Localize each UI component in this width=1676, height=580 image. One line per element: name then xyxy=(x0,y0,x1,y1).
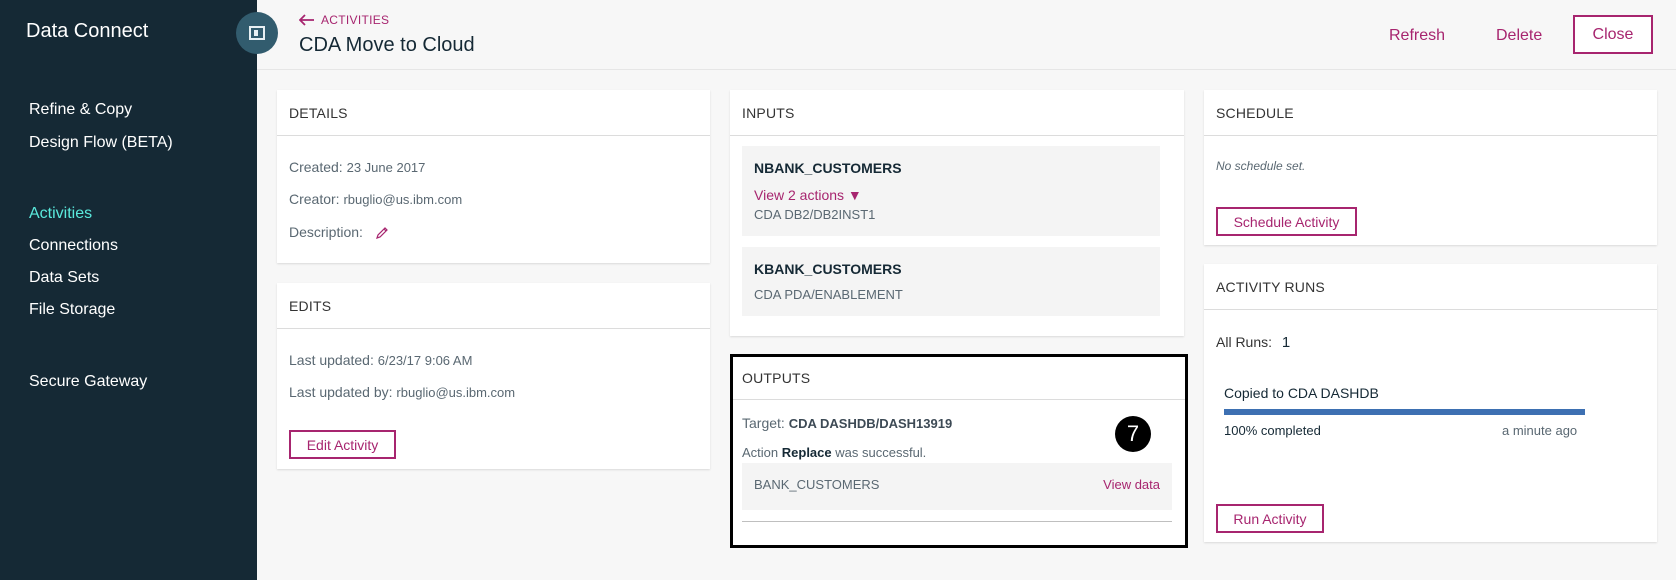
edits-card: EDITS Last updated: 6/23/17 9:06 AM Last… xyxy=(277,283,710,469)
close-button[interactable]: Close xyxy=(1573,15,1653,54)
action-suffix: was successful. xyxy=(835,445,927,460)
last-updated-label: Last updated: xyxy=(289,352,374,368)
page-header: ACTIVITIES CDA Move to Cloud Refresh Del… xyxy=(257,0,1676,70)
target-label: Target: xyxy=(742,415,785,431)
schedule-card-title: SCHEDULE xyxy=(1204,90,1657,136)
input-item: NBANK_CUSTOMERS View 2 actions ▼ CDA DB2… xyxy=(742,146,1160,236)
refresh-button[interactable]: Refresh xyxy=(1389,27,1445,45)
all-runs-label: All Runs: xyxy=(1216,334,1273,350)
input-name: NBANK_CUSTOMERS xyxy=(754,160,902,176)
created-field: Created: 23 June 2017 xyxy=(289,159,425,175)
view-data-link[interactable]: View data xyxy=(1103,477,1160,492)
inputs-card-title: INPUTS xyxy=(730,90,1184,136)
creator-field: Creator: rbuglio@us.ibm.com xyxy=(289,191,462,207)
last-updated-by-value: rbuglio@us.ibm.com xyxy=(396,385,516,400)
details-card: DETAILS Created: 23 June 2017 Creator: r… xyxy=(277,90,710,263)
creator-label: Creator: xyxy=(289,191,340,207)
sidebar-item-file-storage[interactable]: File Storage xyxy=(29,301,115,319)
progress-text: 100% completed xyxy=(1224,423,1321,438)
sidebar: Data Connect Refine & Copy Design Flow (… xyxy=(0,0,257,580)
app-title: Data Connect xyxy=(26,20,149,42)
sidebar-item-design-flow[interactable]: Design Flow (BETA) xyxy=(29,134,173,152)
arrow-left-icon xyxy=(299,14,314,26)
schedule-card: SCHEDULE No schedule set. Schedule Activ… xyxy=(1204,90,1657,245)
activity-runs-card: ACTIVITY RUNS All Runs: 1 Copied to CDA … xyxy=(1204,264,1657,542)
panel-collapse-icon xyxy=(249,26,265,40)
output-table-name: BANK_CUSTOMERS xyxy=(754,477,880,492)
input-source: CDA PDA/ENABLEMENT xyxy=(754,287,903,302)
sidebar-collapse-button[interactable] xyxy=(236,12,278,54)
target-value: CDA DASHDB/DASH13919 xyxy=(788,416,953,431)
pencil-icon[interactable] xyxy=(375,226,389,240)
back-link-label: ACTIVITIES xyxy=(321,13,390,27)
creator-value: rbuglio@us.ibm.com xyxy=(343,192,463,207)
progress-bar xyxy=(1224,409,1585,415)
all-runs-field: All Runs: 1 xyxy=(1216,334,1290,351)
sidebar-item-secure-gateway[interactable]: Secure Gateway xyxy=(29,373,147,391)
last-updated-by-label: Last updated by: xyxy=(289,384,393,400)
run-activity-button[interactable]: Run Activity xyxy=(1216,504,1324,533)
all-runs-value: 1 xyxy=(1281,334,1291,351)
run-title: Copied to CDA DASHDB xyxy=(1224,385,1379,401)
outputs-card-title: OUTPUTS xyxy=(733,357,1185,400)
activity-runs-card-title: ACTIVITY RUNS xyxy=(1204,264,1657,310)
delete-button[interactable]: Delete xyxy=(1496,27,1542,45)
view-actions-link[interactable]: View 2 actions ▼ xyxy=(754,187,862,203)
target-field: Target: CDA DASHDB/DASH13919 xyxy=(742,415,952,431)
created-label: Created: xyxy=(289,159,343,175)
run-time-ago: a minute ago xyxy=(1502,423,1578,438)
sidebar-item-data-sets[interactable]: Data Sets xyxy=(29,269,99,287)
input-item: KBANK_CUSTOMERS CDA PDA/ENABLEMENT xyxy=(742,247,1160,316)
action-name: Replace xyxy=(781,445,832,460)
created-value: 23 June 2017 xyxy=(346,160,426,175)
schedule-activity-button[interactable]: Schedule Activity xyxy=(1216,207,1357,236)
input-source: CDA DB2/DB2INST1 xyxy=(754,207,876,222)
input-name: KBANK_CUSTOMERS xyxy=(754,261,902,277)
last-updated-by-field: Last updated by: rbuglio@us.ibm.com xyxy=(289,384,515,400)
outputs-card: OUTPUTS Target: CDA DASHDB/DASH13919 Act… xyxy=(730,354,1188,548)
no-schedule-text: No schedule set. xyxy=(1216,159,1306,173)
edits-card-title: EDITS xyxy=(277,283,710,329)
output-table-row: BANK_CUSTOMERS View data xyxy=(742,463,1172,510)
details-card-title: DETAILS xyxy=(277,90,710,136)
sidebar-item-connections[interactable]: Connections xyxy=(29,237,118,255)
action-status: Action Replace was successful. xyxy=(742,445,926,460)
last-updated-value: 6/23/17 9:06 AM xyxy=(377,353,473,368)
back-to-activities-link[interactable]: ACTIVITIES xyxy=(299,13,389,27)
progress-bar-fill xyxy=(1224,409,1585,415)
edit-activity-button[interactable]: Edit Activity xyxy=(289,430,396,459)
last-updated-field: Last updated: 6/23/17 9:06 AM xyxy=(289,352,472,368)
sidebar-item-activities[interactable]: Activities xyxy=(29,205,92,223)
sidebar-item-refine-copy[interactable]: Refine & Copy xyxy=(29,101,132,119)
page-title: CDA Move to Cloud xyxy=(299,34,475,56)
divider xyxy=(742,521,1172,522)
description-label: Description: xyxy=(289,224,363,240)
step-badge: 7 xyxy=(1115,416,1151,452)
action-prefix: Action xyxy=(742,445,779,460)
inputs-card: INPUTS NBANK_CUSTOMERS View 2 actions ▼ … xyxy=(730,90,1184,336)
description-field: Description: xyxy=(289,224,389,240)
